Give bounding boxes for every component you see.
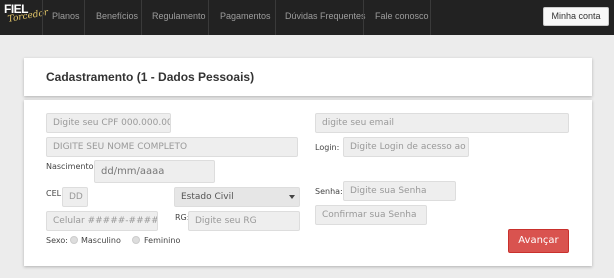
- login-label: Login:: [315, 143, 340, 152]
- nav-item-planos[interactable]: Planos: [52, 11, 80, 21]
- nav-item-beneficios[interactable]: Benefícios: [96, 11, 138, 21]
- rg-input[interactable]: Digite seu RG: [188, 211, 300, 231]
- nav-divider: [42, 0, 43, 35]
- nav-divider: [208, 0, 209, 35]
- nav-item-fale-conosco[interactable]: Fale conosco: [375, 11, 429, 21]
- password-input[interactable]: Digite sua Senha: [343, 181, 456, 201]
- confirm-password-input[interactable]: Confirmar sua Senha: [315, 205, 427, 225]
- birthdate-input[interactable]: dd/mm/aaaa: [94, 160, 215, 183]
- marital-status-select[interactable]: Estado Civil: [174, 187, 300, 207]
- top-navbar: FIEL Torcedor Planos Benefícios Regulame…: [0, 0, 614, 35]
- page-title: Cadastramento (1 - Dados Pessoais): [46, 70, 255, 84]
- nav-divider: [363, 0, 364, 35]
- sex-label: Sexo:: [46, 236, 68, 245]
- my-account-button[interactable]: Minha conta: [543, 7, 609, 26]
- cpf-input[interactable]: Digite seu CPF 000.000.00: [46, 113, 171, 133]
- advance-button[interactable]: Avançar: [508, 229, 569, 253]
- nav-divider: [141, 0, 142, 35]
- chevron-down-icon: [289, 195, 295, 199]
- nav-item-duvidas[interactable]: Dúvidas Frequentes: [285, 11, 366, 21]
- login-input[interactable]: Digite Login de acesso ao: [343, 137, 469, 157]
- radio-feminino-label: Feminino: [144, 236, 181, 245]
- nav-item-pagamentos[interactable]: Pagamentos: [220, 11, 271, 21]
- nav-divider: [275, 0, 276, 35]
- radio-masculino[interactable]: [70, 236, 78, 244]
- birthdate-label: Nascimento:: [46, 162, 97, 171]
- email-input[interactable]: digite seu email: [315, 113, 569, 133]
- nav-item-regulamento[interactable]: Regulamento: [152, 11, 206, 21]
- radio-masculino-label: Masculino: [81, 236, 121, 245]
- cellphone-input[interactable]: Celular #####-####: [46, 211, 158, 231]
- nav-divider: [430, 0, 431, 35]
- ddd-input[interactable]: DD: [62, 187, 88, 207]
- brand-logo[interactable]: FIEL Torcedor: [4, 2, 49, 32]
- password-label: Senha:: [315, 187, 343, 196]
- radio-feminino[interactable]: [132, 236, 140, 244]
- nav-divider: [84, 0, 85, 35]
- marital-status-value: Estado Civil: [181, 192, 234, 202]
- page-header-panel: Cadastramento (1 - Dados Pessoais): [24, 58, 592, 96]
- full-name-input[interactable]: DIGITE SEU NOME COMPLETO: [46, 137, 298, 157]
